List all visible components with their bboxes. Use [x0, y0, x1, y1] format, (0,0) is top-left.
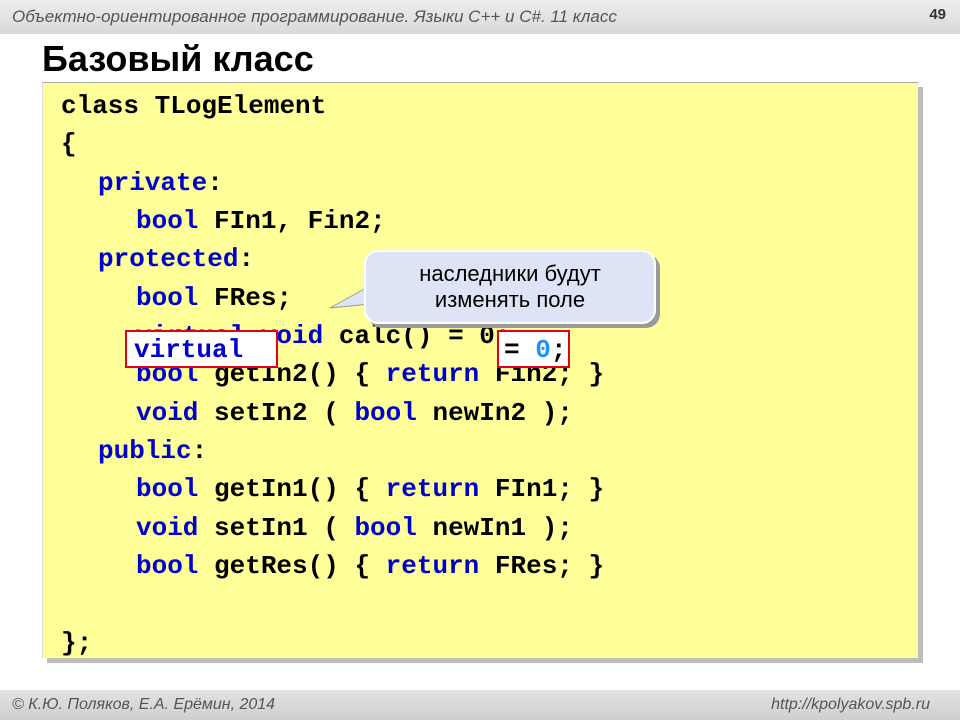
header-bar: Объектно-ориентированное программировани…	[0, 0, 960, 34]
zero-value: 0	[535, 335, 551, 365]
code-line: protected:	[98, 240, 254, 278]
open-brace: {	[61, 129, 77, 159]
code-line: bool FIn1, Fin2;	[136, 202, 386, 240]
keyword-bool: bool	[136, 551, 199, 581]
pure-virtual-highlight: = 0;	[497, 330, 570, 368]
callout-line-2: изменять поле	[434, 287, 586, 312]
method-signature: getIn1() {	[198, 474, 386, 504]
keyword-public: public	[98, 436, 192, 466]
code-line: public:	[98, 432, 207, 470]
method-signature: setIn1 (	[198, 513, 355, 543]
keyword-protected: protected	[98, 244, 239, 274]
equals-sign: =	[504, 335, 536, 365]
code-line: class TLogElement	[61, 87, 326, 125]
method-body: FRes; }	[479, 551, 605, 581]
course-title: Объектно-ориентированное программировани…	[12, 7, 617, 26]
keyword-return: return	[385, 551, 480, 581]
code-line: void setIn2 ( bool newIn2 );	[136, 394, 573, 432]
footer-url: http://kpolyakov.spb.ru	[771, 696, 930, 713]
footer-authors: © К.Ю. Поляков, Е.А. Ерёмин, 2014	[12, 696, 276, 713]
method-signature: setIn2 (	[198, 398, 355, 428]
virtual-label: virtual	[134, 335, 244, 365]
footer-bar: © К.Ю. Поляков, Е.А. Ерёмин, 2014 http:/…	[0, 690, 960, 720]
keyword-void: void	[136, 398, 199, 428]
field-fres: FRes;	[198, 283, 293, 313]
code-line: bool getRes() { return FRes; }	[136, 547, 604, 585]
code-line: bool getIn1() { return FIn1; }	[136, 470, 604, 508]
semicolon: ;	[550, 335, 567, 365]
colon: :	[191, 436, 208, 466]
method-body: FIn1; }	[479, 474, 605, 504]
slide-number: 49	[929, 6, 946, 23]
callout-line-1: наследники будут	[419, 261, 601, 286]
keyword-return: return	[385, 474, 480, 504]
keyword-bool: bool	[136, 283, 199, 313]
code-line: void setIn1 ( bool newIn1 );	[136, 509, 573, 547]
colon: :	[238, 244, 255, 274]
method-params: newIn1 );	[416, 513, 573, 543]
keyword-private: private	[98, 168, 208, 198]
code-line: private:	[98, 164, 223, 202]
colon: :	[207, 168, 223, 198]
keyword-return: return	[385, 359, 480, 389]
keyword-bool: bool	[354, 513, 417, 543]
code-line: {	[61, 125, 77, 163]
method-signature: getRes() {	[198, 551, 386, 581]
keyword-bool: bool	[354, 398, 417, 428]
keyword-bool: bool	[136, 206, 199, 236]
code-line: };	[61, 624, 92, 662]
class-name: TLogElement	[139, 91, 327, 121]
calc-declaration: calc() = 0;	[323, 321, 511, 351]
keyword-bool: bool	[136, 474, 199, 504]
code-line: bool FRes;	[136, 279, 292, 317]
code-block: class TLogElement { private: bool FIn1, …	[42, 82, 918, 658]
callout-note: наследники будут изменять поле	[364, 250, 656, 324]
method-params: newIn2 );	[416, 398, 573, 428]
slide-title: Базовый класс	[42, 38, 314, 79]
close-brace: };	[61, 628, 93, 658]
field-list: FIn1, Fin2;	[198, 206, 386, 236]
virtual-highlight: virtual	[125, 330, 278, 368]
keyword-void: void	[136, 513, 199, 543]
keyword-class: class	[61, 91, 140, 121]
